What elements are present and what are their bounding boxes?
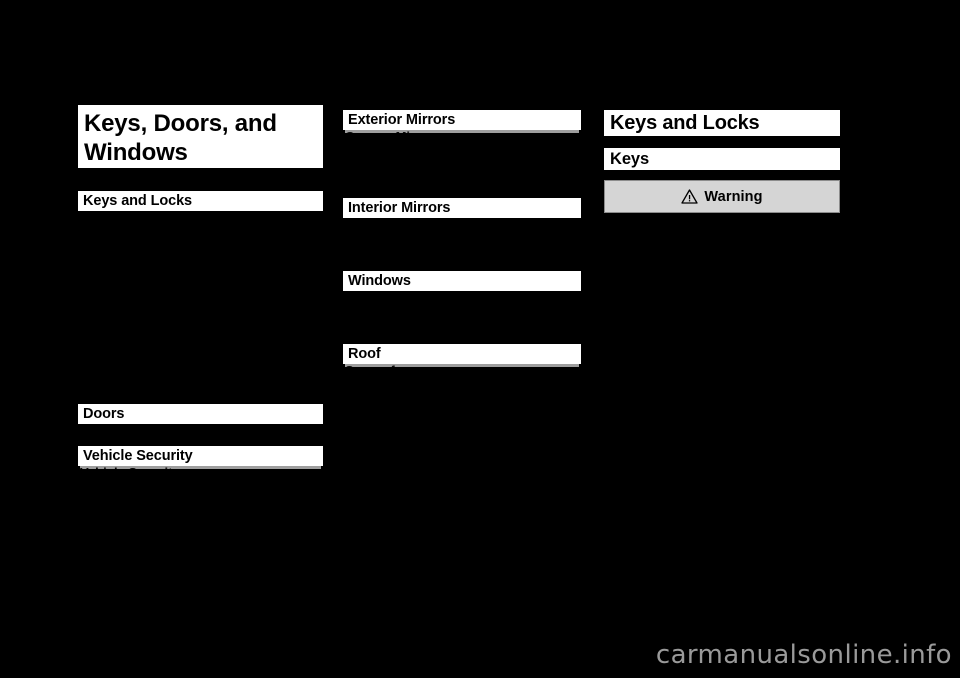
toc-entry-ghost-roof: Sunroof <box>345 364 579 367</box>
section-heading-doors[interactable]: Doors <box>78 404 323 424</box>
section-heading-interior-mirrors[interactable]: Interior Mirrors <box>343 198 581 218</box>
warning-callout: Warning <box>604 180 840 213</box>
toc-entry-ghost-vehicle-security: Vehicle Security <box>80 466 321 469</box>
section-heading-keys-and-locks[interactable]: Keys and Locks <box>78 191 323 211</box>
subheading-keys: Keys <box>604 148 840 170</box>
warning-triangle-icon <box>681 189 699 204</box>
manual-page: Keys, Doors, and Windows Keys and Locks … <box>0 0 960 678</box>
page-heading-keys-and-locks: Keys and Locks <box>604 110 840 136</box>
chapter-title: Keys, Doors, and Windows <box>78 105 323 168</box>
site-watermark: carmanualsonline.info <box>655 640 952 670</box>
section-heading-windows[interactable]: Windows <box>343 271 581 291</box>
section-heading-vehicle-security[interactable]: Vehicle Security <box>78 446 323 466</box>
toc-entry-ghost-exterior-mirrors: Convex Mirrors <box>345 130 579 133</box>
warning-label: Warning <box>704 188 763 205</box>
section-heading-roof[interactable]: Roof <box>343 344 581 364</box>
section-heading-exterior-mirrors[interactable]: Exterior Mirrors <box>343 110 581 130</box>
